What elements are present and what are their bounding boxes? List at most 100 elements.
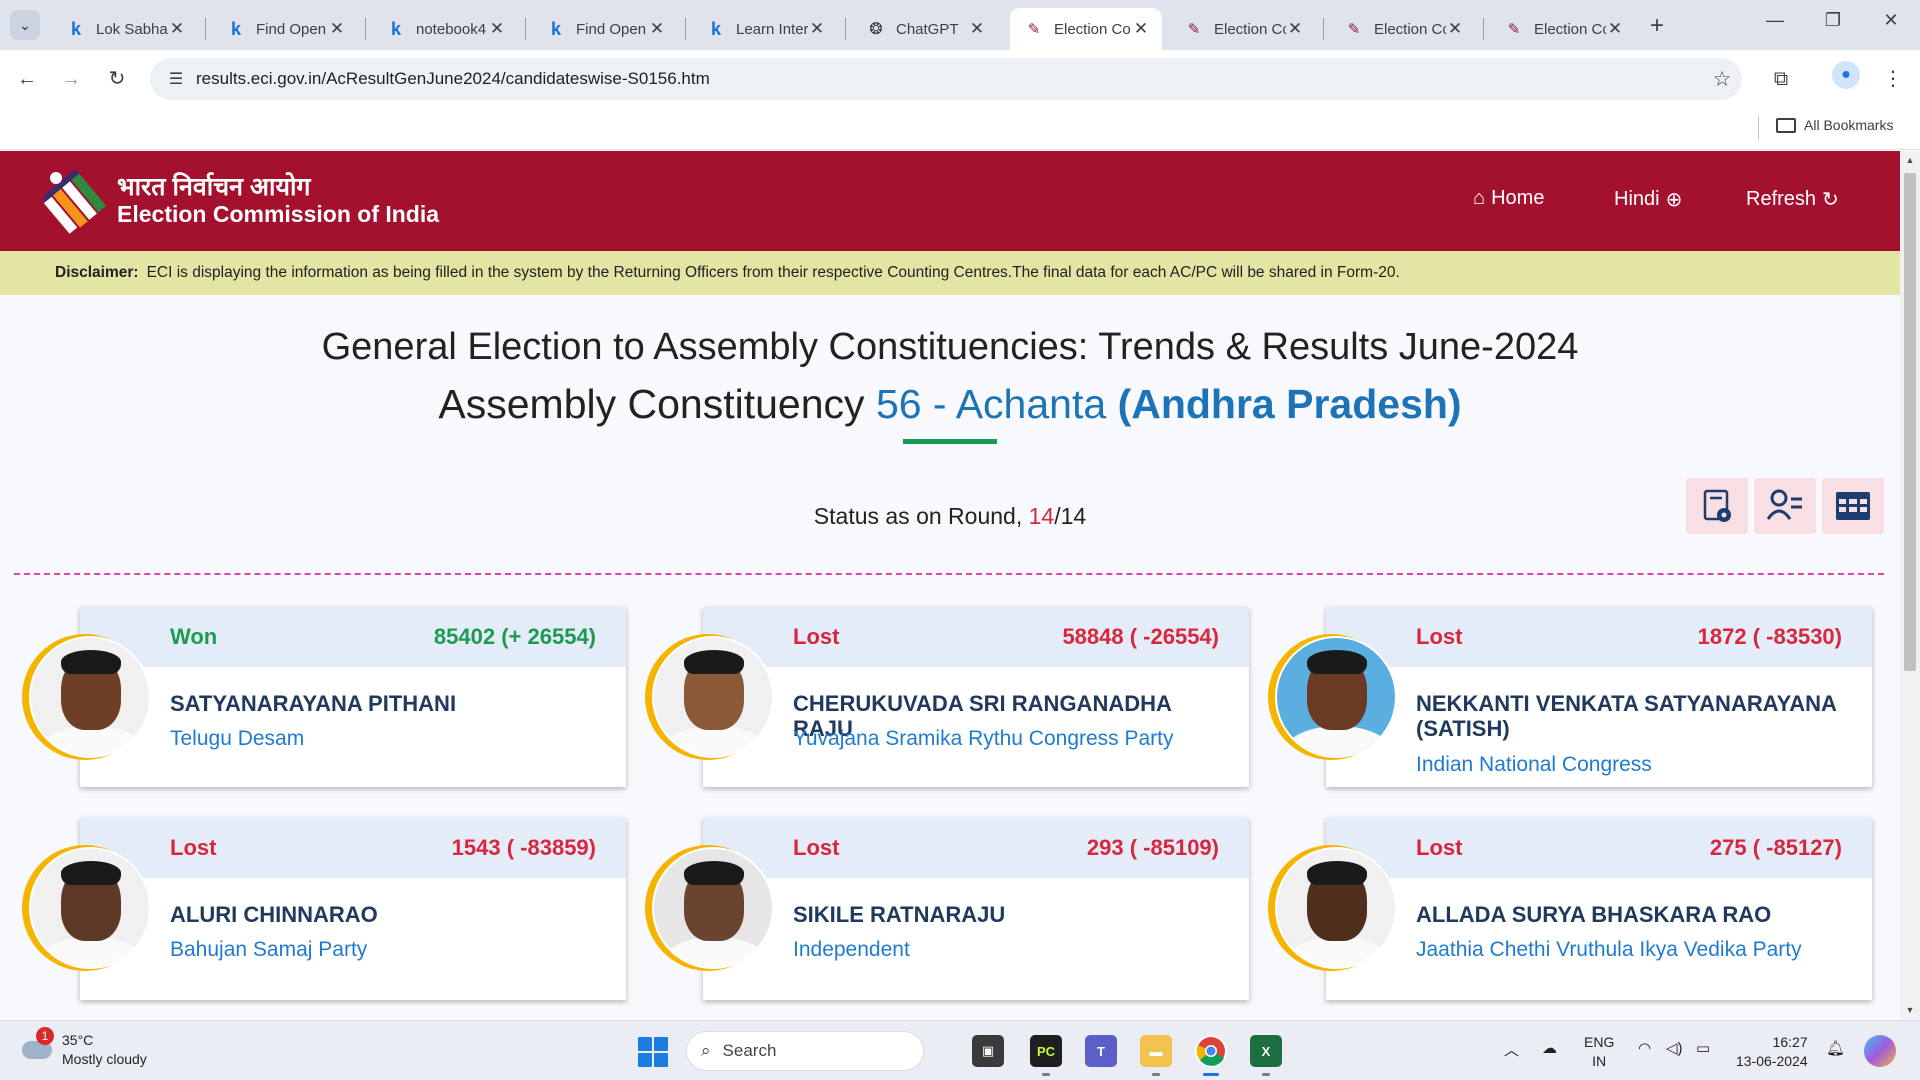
chevron-down-icon: ⌄ xyxy=(19,16,31,33)
file-explorer-icon[interactable]: ▬ xyxy=(1140,1035,1172,1067)
extensions-puzzle-icon[interactable]: ⧉ xyxy=(1766,64,1796,94)
candidate-photo xyxy=(1268,845,1398,971)
party-name: Telugu Desam xyxy=(170,727,305,750)
org-name-hindi[interactable]: भारत निर्वाचन आयोग xyxy=(117,169,311,203)
browser-tab[interactable]: ✎ Election Co ✕ xyxy=(1330,8,1476,50)
scroll-down-arrow-icon[interactable]: ▼ xyxy=(1900,1005,1920,1015)
excel-icon[interactable]: X xyxy=(1250,1035,1282,1067)
close-icon[interactable]: ✕ xyxy=(1446,19,1464,39)
org-name-english[interactable]: Election Commission of India xyxy=(117,201,439,228)
scrollbar-thumb[interactable] xyxy=(1904,173,1916,671)
menu-kebab-icon[interactable]: ⋮ xyxy=(1878,64,1908,94)
nav-hindi-link[interactable]: Hindi ⊕ xyxy=(1614,187,1682,212)
tab-title: Election Co xyxy=(1534,20,1606,38)
kaggle-icon: k xyxy=(230,18,241,39)
tab-divider xyxy=(1483,18,1484,40)
close-icon[interactable]: ✕ xyxy=(168,19,186,39)
candidate-card[interactable]: Lost 1872 ( -83530) NEKKANTI VENKATA SAT… xyxy=(1326,607,1872,787)
wifi-icon[interactable]: ◠ xyxy=(1638,1039,1651,1057)
scroll-up-arrow-icon[interactable]: ▲ xyxy=(1900,155,1920,165)
table-view-button[interactable] xyxy=(1822,478,1884,534)
close-icon[interactable]: ✕ xyxy=(1286,19,1304,39)
copilot-icon[interactable] xyxy=(1864,1035,1896,1067)
close-icon[interactable]: ✕ xyxy=(1606,19,1624,39)
candidate-card[interactable]: Lost 1543 ( -83859) ALURI CHINNARAO Bahu… xyxy=(80,818,626,1000)
candidate-name: ALLADA SURYA BHASKARA RAO xyxy=(1416,902,1772,927)
chrome-icon[interactable] xyxy=(1195,1035,1227,1067)
close-icon[interactable]: ✕ xyxy=(648,19,666,39)
new-tab-plus-icon[interactable]: + xyxy=(1650,12,1664,40)
browser-tab[interactable]: k Find Open ✕ xyxy=(532,8,678,50)
kaggle-icon: k xyxy=(710,18,721,39)
eci-icon: ✎ xyxy=(1507,21,1521,38)
restore-icon[interactable]: ❐ xyxy=(1818,10,1848,31)
browser-tab-strip: ⌄ k Lok Sabha ✕ k Find Open ✕ k notebook… xyxy=(0,0,1920,50)
result-status: Lost xyxy=(1416,624,1463,649)
nav-home-link[interactable]: ⌂ Home xyxy=(1473,187,1544,210)
teams-icon[interactable]: T xyxy=(1085,1035,1117,1067)
bookmarks-divider xyxy=(1758,116,1759,140)
close-icon[interactable]: ✕ xyxy=(488,19,506,39)
candidate-list-button[interactable] xyxy=(1754,478,1816,534)
close-icon[interactable]: ✕ xyxy=(968,19,986,39)
window-close-icon[interactable]: ✕ xyxy=(1876,10,1906,31)
browser-tab[interactable]: k Learn Inter ✕ xyxy=(692,8,838,50)
browser-tab[interactable]: ✎ Election Co ✕ xyxy=(1170,8,1316,50)
notification-bell-icon[interactable]: 🔔︎ xyxy=(1826,1039,1845,1057)
minimize-icon[interactable]: — xyxy=(1760,10,1790,31)
eci-logo-icon[interactable] xyxy=(44,168,108,234)
browser-tab[interactable]: k notebook4 ✕ xyxy=(372,8,518,50)
task-view-icon[interactable]: ▣ xyxy=(972,1035,1004,1067)
windows-taskbar: 35°C Mostly cloudy 1 ⌕ Search ▣ PC T ▬ X… xyxy=(0,1020,1920,1080)
close-icon[interactable]: ✕ xyxy=(808,19,826,39)
all-bookmarks-button[interactable]: All Bookmarks xyxy=(1776,117,1893,133)
tab-search-button[interactable]: ⌄ xyxy=(10,10,40,40)
browser-tab[interactable]: ❂ ChatGPT ✕ xyxy=(852,8,998,50)
candidate-card[interactable]: Won 85402 (+ 26554) SATYANARAYANA PITHAN… xyxy=(80,607,626,787)
browser-tab[interactable]: k Find Open ✕ xyxy=(212,8,358,50)
candidate-name: NEKKANTI VENKATA SATYANARAYANA (SATISH) xyxy=(1416,691,1837,741)
profile-avatar-icon[interactable]: ● xyxy=(1832,61,1860,89)
windows-start-icon[interactable] xyxy=(638,1037,668,1067)
card-header: Won 85402 (+ 26554) xyxy=(80,607,626,667)
bookmark-star-icon[interactable]: ☆ xyxy=(1702,67,1742,92)
subtitle-prefix: Assembly Constituency xyxy=(438,381,865,427)
browser-tab-active[interactable]: ✎ Election Co ✕ xyxy=(1010,8,1162,50)
search-icon: ⌕ xyxy=(701,1041,711,1060)
site-header: भारत निर्वाचन आयोग Election Commission o… xyxy=(0,151,1900,251)
system-clock[interactable]: 16:27 13-06-2024 xyxy=(1736,1033,1808,1071)
region-code: IN xyxy=(1592,1053,1607,1069)
forward-arrow-icon[interactable]: → xyxy=(56,64,86,94)
constituency-heading: Assembly Constituency 56 - Achanta (Andh… xyxy=(0,381,1900,428)
address-bar[interactable]: ☰ results.eci.gov.in/AcResultGenJune2024… xyxy=(150,58,1742,100)
chevron-up-icon[interactable]: ︿ xyxy=(1504,1039,1519,1060)
cloud-sync-icon[interactable]: ☁ xyxy=(1542,1039,1557,1057)
language-code: ENG xyxy=(1584,1034,1615,1050)
tab-divider xyxy=(525,18,526,40)
candidate-card[interactable]: Lost 293 ( -85109) SIKILE RATNARAJU Inde… xyxy=(703,818,1249,1000)
candidate-card[interactable]: Lost 275 ( -85127) ALLADA SURYA BHASKARA… xyxy=(1326,818,1872,1000)
reload-icon[interactable]: ↻ xyxy=(102,64,132,94)
url-text[interactable]: results.eci.gov.in/AcResultGenJune2024/c… xyxy=(196,69,1702,89)
nav-refresh-link[interactable]: Refresh ↻ xyxy=(1746,187,1839,212)
nav-refresh-label: Refresh xyxy=(1746,188,1817,210)
vote-count: 293 ( -85109) xyxy=(1086,835,1219,860)
site-info-icon[interactable]: ☰ xyxy=(156,69,196,89)
back-arrow-icon[interactable]: ← xyxy=(12,64,42,94)
download-report-button[interactable] xyxy=(1686,478,1748,534)
browser-tab[interactable]: k Lok Sabha ✕ xyxy=(52,8,198,50)
weather-temperature: 35°C xyxy=(62,1032,94,1048)
eci-icon: ✎ xyxy=(1027,21,1041,38)
kaggle-icon: k xyxy=(550,18,561,39)
battery-icon[interactable]: ▭ xyxy=(1696,1039,1710,1057)
close-icon[interactable]: ✕ xyxy=(328,19,346,39)
language-indicator[interactable]: ENG IN xyxy=(1584,1033,1614,1071)
close-icon[interactable]: ✕ xyxy=(1132,19,1150,39)
page-scrollbar[interactable]: ▲ ▼ xyxy=(1900,151,1920,1019)
browser-tab[interactable]: ✎ Election Co ✕ xyxy=(1490,8,1636,50)
pycharm-icon[interactable]: PC xyxy=(1030,1035,1062,1067)
disclaimer-text: ECI is displaying the information as bei… xyxy=(146,264,1400,281)
taskbar-search-box[interactable]: ⌕ Search xyxy=(686,1031,924,1071)
volume-icon[interactable]: ◁) xyxy=(1666,1039,1683,1057)
candidate-card[interactable]: Lost 58848 ( -26554) CHERUKUVADA SRI RAN… xyxy=(703,607,1249,787)
